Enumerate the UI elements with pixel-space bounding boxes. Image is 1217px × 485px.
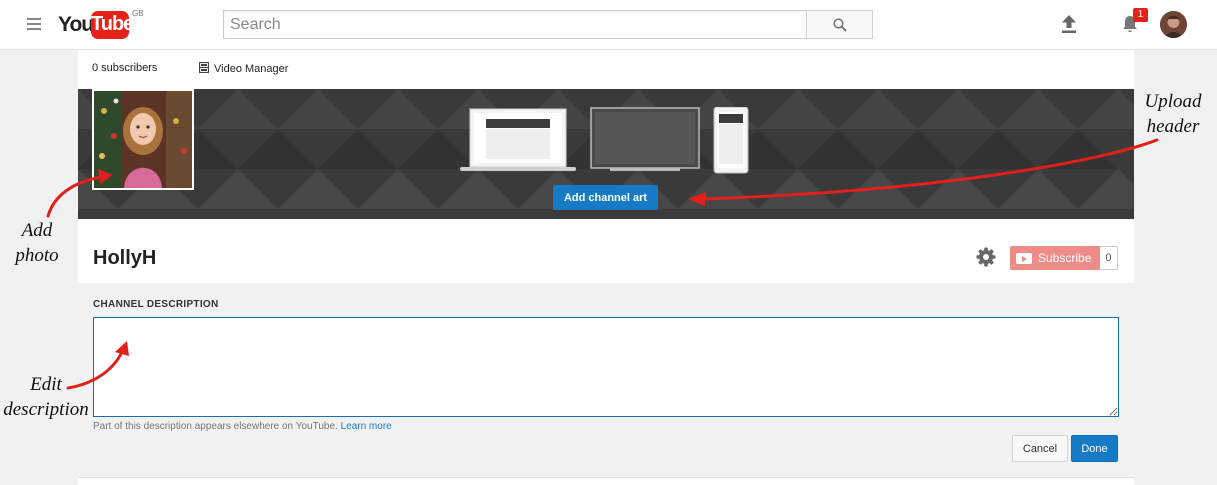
device-preview-icons (460, 107, 749, 174)
channel-name: HollyH (93, 247, 157, 269)
logo-region: GB (132, 9, 144, 18)
logo-you-text: You (58, 13, 94, 36)
search-button[interactable] (806, 10, 873, 39)
add-channel-art-button[interactable]: Add channel art (553, 185, 658, 210)
notification-badge: 1 (1133, 8, 1148, 22)
avatar-image (1160, 11, 1187, 38)
play-icon (1016, 252, 1032, 264)
subscriber-count-badge: 0 (1100, 246, 1118, 270)
description-textarea[interactable] (93, 317, 1119, 417)
video-manager-link[interactable]: Video Manager (199, 62, 288, 75)
cancel-button[interactable]: Cancel (1012, 435, 1068, 462)
annotation-edit-description-line1: Edit (30, 374, 62, 395)
annotation-add-photo-line1: Add (21, 220, 53, 241)
profile-photo[interactable] (92, 89, 194, 190)
search-input[interactable] (223, 10, 807, 39)
top-bar: You Tube GB 1 (0, 0, 1217, 50)
done-button[interactable]: Done (1071, 435, 1118, 462)
description-label: CHANNEL DESCRIPTION (93, 299, 219, 310)
channel-nav: 0 subscribers Video Manager (78, 50, 1134, 89)
gear-icon[interactable] (976, 247, 996, 267)
annotation-add-photo: Add photo (0, 218, 74, 268)
subscriber-count: 0 subscribers (92, 62, 158, 74)
channel-page: 0 subscribers Video Manager Add channel … (78, 50, 1134, 485)
description-hint: Part of this description appears elsewhe… (93, 421, 392, 432)
description-editor: CHANNEL DESCRIPTION Part of this descrip… (78, 283, 1134, 477)
subscribe-button[interactable]: Subscribe (1010, 246, 1101, 270)
annotation-upload-header-line2: header (1146, 116, 1200, 137)
video-manager-icon (199, 62, 209, 73)
bottom-strip (78, 477, 1134, 485)
upload-icon[interactable] (1060, 14, 1078, 34)
learn-more-link[interactable]: Learn more (341, 421, 392, 432)
annotation-upload-header: Upload header (1128, 89, 1217, 139)
annotation-add-photo-line2: photo (15, 245, 59, 266)
subscribe-control[interactable]: Subscribe 0 (1010, 246, 1118, 270)
annotation-upload-header-line1: Upload (1144, 91, 1202, 112)
annotation-edit-description-line2: description (3, 399, 89, 420)
logo-tube-text: Tube (91, 11, 134, 39)
video-manager-label: Video Manager (214, 63, 289, 75)
profile-photo-image (94, 91, 192, 188)
channel-banner: Add channel art (78, 89, 1134, 219)
avatar[interactable] (1160, 11, 1187, 38)
channel-header: HollyH Subscribe 0 (78, 219, 1134, 283)
menu-icon[interactable] (27, 18, 41, 30)
subscribe-label: Subscribe (1038, 251, 1092, 265)
annotation-edit-description: Edit description (0, 372, 92, 422)
search-icon (833, 18, 847, 32)
description-hint-text: Part of this description appears elsewhe… (93, 421, 338, 432)
